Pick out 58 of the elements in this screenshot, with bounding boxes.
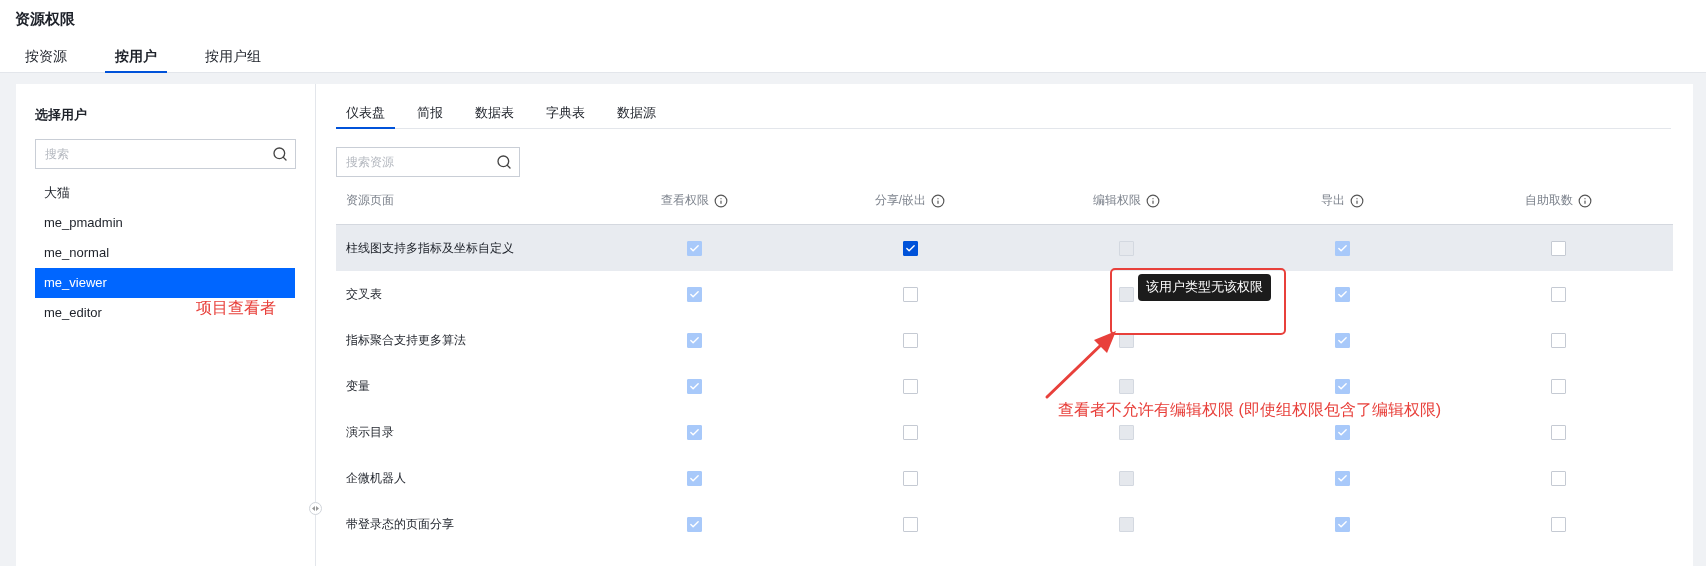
- column-header: 编辑权限: [1092, 192, 1141, 209]
- info-icon[interactable]: [713, 193, 728, 208]
- tab[interactable]: 字典表: [536, 100, 595, 129]
- user-item[interactable]: 大猫: [35, 178, 79, 208]
- arrow: [1045, 331, 1116, 399]
- resource-name: 演示目录: [345, 423, 395, 441]
- panel-title: 选择用户: [35, 108, 88, 122]
- tab[interactable]: 数据表: [465, 100, 524, 129]
- tab[interactable]: 按用户组: [195, 43, 271, 73]
- resource-name: 指标聚合支持更多算法: [345, 331, 467, 349]
- user-item[interactable]: me_viewer: [35, 268, 295, 298]
- check-icon: [688, 334, 700, 346]
- resource-name: 交叉表: [345, 285, 383, 303]
- column-header: 查看权限: [660, 192, 709, 209]
- resource-name: 带登录态的页面分享: [345, 515, 455, 533]
- checkbox[interactable]: [902, 240, 918, 256]
- tab[interactable]: 按用户: [105, 43, 167, 73]
- check-icon: [688, 472, 700, 484]
- page-title: 资源权限: [15, 9, 76, 29]
- search-field[interactable]: 搜索资源: [336, 147, 520, 177]
- annotation-note: 查看者不允许有编辑权限 (即使组权限包含了编辑权限): [1058, 400, 1442, 420]
- check-icon: [688, 518, 700, 530]
- check-icon: [688, 380, 700, 392]
- check-icon: [1336, 334, 1348, 346]
- resize-handle[interactable]: [309, 502, 322, 515]
- check-icon: [1336, 380, 1348, 392]
- resource-name: 企微机器人: [345, 469, 407, 487]
- annotation-label: 项目查看者: [196, 298, 276, 318]
- column-header: 导出: [1320, 192, 1345, 209]
- check-icon: [688, 288, 700, 300]
- info-icon[interactable]: [1145, 193, 1160, 208]
- check-icon: [688, 426, 700, 438]
- column-header: 资源页面: [346, 192, 394, 209]
- search-icon: [496, 154, 512, 170]
- user-item[interactable]: me_editor: [35, 298, 111, 328]
- tooltip: 该用户类型无该权限: [1138, 274, 1271, 301]
- tab[interactable]: 简报: [407, 100, 453, 129]
- tab[interactable]: 数据源: [607, 100, 666, 129]
- info-icon[interactable]: [1577, 193, 1592, 208]
- column-header: 分享/嵌出: [874, 192, 927, 209]
- tab[interactable]: 仪表盘: [336, 100, 395, 129]
- user-item[interactable]: me_pmadmin: [35, 208, 132, 238]
- check-icon: [904, 242, 916, 254]
- resource-name: 变量: [345, 377, 371, 395]
- search-icon: [272, 146, 288, 162]
- check-icon: [1336, 242, 1348, 254]
- check-icon: [1336, 472, 1348, 484]
- info-icon[interactable]: [931, 193, 946, 208]
- info-icon[interactable]: [1349, 193, 1364, 208]
- tab[interactable]: 按资源: [15, 43, 77, 73]
- resource-name: 柱线图支持多指标及坐标自定义: [345, 239, 515, 257]
- column-header: 自助取数: [1524, 192, 1573, 209]
- check-icon: [1336, 426, 1348, 438]
- check-icon: [1336, 288, 1348, 300]
- check-icon: [1336, 518, 1348, 530]
- user-item[interactable]: me_normal: [35, 238, 119, 268]
- check-icon: [688, 242, 700, 254]
- search-field[interactable]: 搜索: [35, 139, 296, 169]
